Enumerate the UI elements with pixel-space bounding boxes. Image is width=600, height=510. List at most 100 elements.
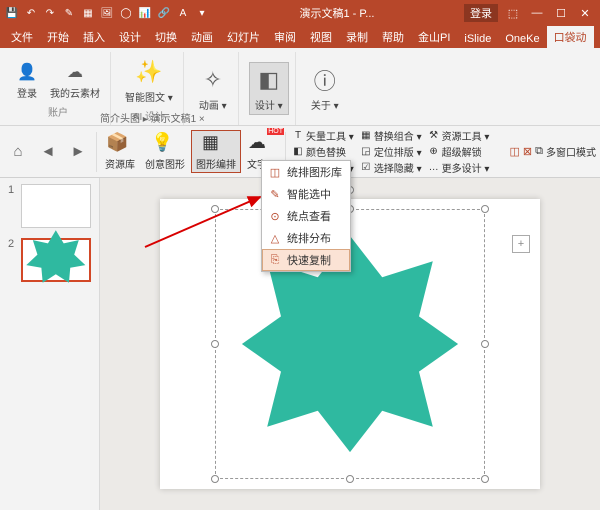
ribbon-options-button[interactable]: ⬚ bbox=[502, 7, 524, 20]
menu-item-quick-copy[interactable]: ⎘快速复制 bbox=[262, 249, 350, 271]
copy-icon: ⎘ bbox=[268, 254, 282, 267]
replace-group-button[interactable]: ▦替换组合 ▾ bbox=[358, 128, 424, 143]
library-icon: ◫ bbox=[268, 166, 282, 179]
tab-pocket[interactable]: 口袋动 bbox=[547, 26, 594, 48]
breadcrumb-item[interactable]: 演示文稿1 × bbox=[151, 114, 205, 125]
more-icon: … bbox=[428, 162, 440, 174]
resize-handle-se[interactable] bbox=[481, 475, 489, 483]
smart-graphic-button[interactable]: ✨ 智能图文 ▾ bbox=[121, 55, 177, 106]
menu-item-library[interactable]: ◫统排图形库 bbox=[262, 161, 350, 183]
tab-home[interactable]: 开始 bbox=[40, 26, 76, 48]
back-button[interactable]: ◄ bbox=[34, 140, 62, 164]
table-icon[interactable]: ▦ bbox=[80, 5, 96, 21]
tab-design[interactable]: 设计 bbox=[112, 26, 148, 48]
resize-handle-w[interactable] bbox=[211, 340, 219, 348]
text-icon[interactable]: A bbox=[175, 5, 191, 21]
login-ribbon-button[interactable]: 👤 登录 bbox=[12, 59, 42, 102]
resize-handle-s[interactable] bbox=[346, 475, 354, 483]
tab-addin1[interactable]: 金山PI bbox=[411, 26, 457, 48]
maximize-button[interactable]: ☐ bbox=[550, 7, 572, 20]
resize-handle-nw[interactable] bbox=[211, 205, 219, 213]
resource-lib-button[interactable]: 📦 资源库 bbox=[101, 131, 139, 172]
more-design-button[interactable]: …更多设计 ▾ bbox=[426, 160, 492, 175]
tab-record[interactable]: 录制 bbox=[339, 26, 375, 48]
tab-newgroup[interactable]: 新建组 bbox=[594, 26, 600, 48]
resource-tools-button[interactable]: ⚒资源工具 ▾ bbox=[426, 128, 492, 143]
ribbon-group-about: ⓘ 关于 ▾ bbox=[300, 52, 350, 125]
tab-file[interactable]: 文件 bbox=[4, 26, 40, 48]
redo-icon[interactable]: ↷ bbox=[42, 5, 58, 21]
menu-item-point-view[interactable]: ⊙统点查看 bbox=[262, 205, 350, 227]
resize-handle-e[interactable] bbox=[481, 340, 489, 348]
close-button[interactable]: ✕ bbox=[574, 7, 596, 20]
text-icon: T bbox=[292, 130, 304, 142]
about-button[interactable]: ⓘ 关于 ▾ bbox=[306, 63, 344, 114]
chart-icon[interactable]: 📊 bbox=[137, 5, 153, 21]
compass-icon: ⌂ bbox=[7, 141, 29, 163]
tab-addin2[interactable]: iSlide bbox=[457, 30, 498, 48]
multi-window-label[interactable]: 多窗口模式 bbox=[546, 144, 596, 159]
close-box-icon[interactable]: ⊠ bbox=[523, 145, 532, 158]
resize-handle-ne[interactable] bbox=[481, 205, 489, 213]
image-icon[interactable]: 🖼 bbox=[99, 5, 115, 21]
cloud-hot-icon: ☁HOT bbox=[248, 132, 276, 156]
user-icon: 👤 bbox=[16, 61, 38, 83]
link-icon[interactable]: 🔗 bbox=[156, 5, 172, 21]
warning-icon: △ bbox=[268, 232, 282, 245]
info-icon: ⓘ bbox=[310, 65, 340, 95]
color-replace-button[interactable]: ◧颜色替换 bbox=[290, 144, 356, 159]
tab-slideshow[interactable]: 幻灯片 bbox=[220, 26, 267, 48]
forward-button[interactable]: ► bbox=[64, 140, 92, 164]
menu-item-distribute[interactable]: △统排分布 bbox=[262, 227, 350, 249]
login-button[interactable]: 登录 bbox=[464, 4, 498, 22]
cloud-icon: ☁ bbox=[64, 61, 86, 83]
star8-icon bbox=[23, 227, 89, 293]
tab-help[interactable]: 帮助 bbox=[375, 26, 411, 48]
tab-insert[interactable]: 插入 bbox=[76, 26, 112, 48]
layout-icon: ◲ bbox=[360, 146, 372, 158]
undo-icon[interactable]: ↶ bbox=[23, 5, 39, 21]
tab-transitions[interactable]: 切换 bbox=[148, 26, 184, 48]
shape-icon[interactable]: ◯ bbox=[118, 5, 134, 21]
multi-window-icon[interactable]: ⧉ bbox=[535, 145, 543, 158]
thumbnail-2[interactable]: 2 bbox=[8, 238, 91, 282]
minimize-button[interactable]: — bbox=[526, 7, 548, 20]
nav-button[interactable]: ⌂ bbox=[4, 140, 32, 164]
design-button[interactable]: ◧ 设计 ▾ bbox=[249, 62, 289, 115]
window-controls: ⬚ — ☐ ✕ bbox=[502, 7, 596, 20]
layout-add-button[interactable]: + bbox=[512, 235, 530, 253]
tab-view[interactable]: 视图 bbox=[303, 26, 339, 48]
resize-handle-sw[interactable] bbox=[211, 475, 219, 483]
sparkle-icon: ✨ bbox=[134, 57, 164, 87]
more-icon[interactable]: ▾ bbox=[194, 5, 210, 21]
save-icon[interactable]: 💾 bbox=[4, 5, 20, 21]
position-layout-button[interactable]: ◲定位排版 ▾ bbox=[358, 144, 424, 159]
tab-review[interactable]: 审阅 bbox=[267, 26, 303, 48]
ribbon-group-account: 👤 登录 ☁ 我的云素材 账户 bbox=[6, 52, 111, 125]
animation-icon: ✧ bbox=[198, 65, 228, 95]
thumbnail-1[interactable]: 1 bbox=[8, 184, 91, 228]
palette-icon: ◧ bbox=[292, 146, 304, 158]
super-unlock-button[interactable]: ⊕超级解锁 bbox=[426, 144, 492, 159]
animation-button[interactable]: ✧ 动画 ▾ bbox=[194, 63, 232, 114]
menu-item-smart-select[interactable]: ✎智能选中 bbox=[262, 183, 350, 205]
cloud-material-button[interactable]: ☁ 我的云素材 bbox=[46, 59, 104, 102]
slide-thumb-2 bbox=[21, 238, 91, 282]
creative-shapes-button[interactable]: 💡 创意图形 bbox=[141, 131, 189, 172]
tab-addin3[interactable]: OneKe bbox=[498, 30, 546, 48]
shape-arrange-button[interactable]: ▦ 图形编排 bbox=[191, 130, 241, 173]
box-small-icon[interactable]: ◫ bbox=[510, 145, 520, 158]
grid-icon: ▦ bbox=[360, 130, 372, 142]
ribbon: 👤 登录 ☁ 我的云素材 账户 ✨ 智能图文 ▾ AI 设计 ✧ 动画 ▾ ◧ … bbox=[0, 48, 600, 126]
brush-icon[interactable]: ✎ bbox=[61, 5, 77, 21]
target-icon: ⊙ bbox=[268, 210, 282, 223]
slide-thumbnails: 1 2 bbox=[0, 178, 100, 510]
select-hide-button[interactable]: ☑选择隐藏 ▾ bbox=[358, 160, 424, 175]
shape-arrange-dropdown: ◫统排图形库 ✎智能选中 ⊙统点查看 △统排分布 ⎘快速复制 bbox=[261, 160, 351, 272]
eye-icon: ☑ bbox=[360, 162, 372, 174]
titlebar: 💾 ↶ ↷ ✎ ▦ 🖼 ◯ 📊 🔗 A ▾ 演示文稿1 - P... 登录 ⬚ … bbox=[0, 0, 600, 26]
vector-tools-button[interactable]: T矢量工具 ▾ bbox=[290, 128, 356, 143]
breadcrumb-item[interactable]: 简介头图 ▸ bbox=[100, 114, 148, 125]
ribbon-tabs: 文件 开始 插入 设计 切换 动画 幻灯片 审阅 视图 录制 帮助 金山PI i… bbox=[0, 26, 600, 48]
tab-animations[interactable]: 动画 bbox=[184, 26, 220, 48]
